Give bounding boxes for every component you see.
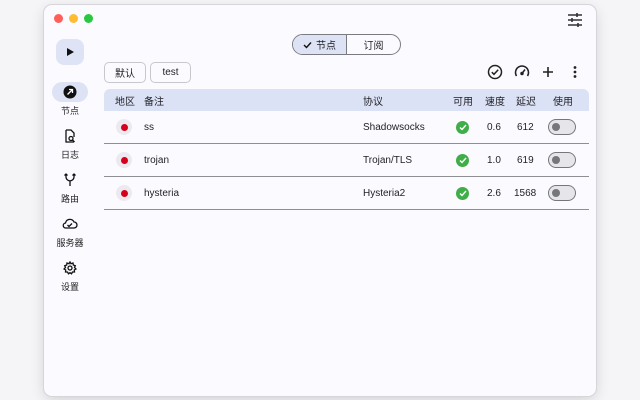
play-icon	[67, 48, 74, 56]
tab-nodes[interactable]: 节点	[293, 35, 347, 54]
add-icon[interactable]	[539, 63, 557, 81]
region-flag-icon	[116, 119, 132, 135]
table-row[interactable]: hysteria Hysteria2 2.6 1568	[104, 177, 589, 210]
fork-icon	[64, 173, 76, 186]
header-available: 可用	[453, 96, 473, 108]
minimize-window-button[interactable]	[69, 14, 78, 23]
sidebar-item-label: 日志	[60, 150, 79, 160]
zoom-window-button[interactable]	[84, 14, 93, 23]
check-all-icon[interactable]	[486, 63, 504, 81]
sidebar-item-label: 服务器	[56, 238, 84, 248]
window-controls	[54, 14, 93, 23]
node-speed: 0.6	[487, 121, 501, 133]
tab-label: 订阅	[363, 41, 384, 52]
table-row[interactable]: ss Shadowsocks 0.6 612	[104, 111, 589, 144]
tune-icon[interactable]	[566, 11, 584, 29]
header-latency: 延迟	[516, 96, 536, 108]
available-check-icon	[456, 186, 469, 200]
sidebar-item-logs[interactable]: 日志	[44, 126, 96, 161]
node-remark: hysteria	[144, 187, 180, 199]
view-switch: 节点 订阅	[292, 34, 401, 55]
node-remark: ss	[144, 121, 154, 133]
region-flag-icon	[116, 185, 132, 201]
available-check-icon	[456, 153, 469, 167]
use-toggle[interactable]	[548, 119, 576, 135]
available-check-icon	[456, 120, 469, 134]
node-speed: 2.6	[487, 187, 501, 199]
arrow-circle-icon	[63, 85, 77, 99]
nodes-table: 地区 备注 协议 可用 速度 延迟 使用 ss Shadowsocks 0.6 …	[104, 89, 589, 210]
node-protocol: Trojan/TLS	[363, 154, 413, 166]
sidebar-item-label: 节点	[60, 106, 79, 116]
check-icon	[303, 41, 312, 49]
start-button[interactable]	[56, 39, 84, 65]
node-latency: 1568	[514, 187, 537, 199]
gear-icon	[63, 261, 77, 275]
header-protocol: 协议	[363, 96, 383, 108]
node-remark: trojan	[144, 154, 170, 166]
table-header: 地区 备注 协议 可用 速度 延迟 使用	[104, 89, 589, 111]
sidebar-item-servers[interactable]: 服务器	[44, 214, 96, 249]
sidebar-item-label: 设置	[60, 282, 79, 292]
node-latency: 619	[517, 154, 534, 166]
node-protocol: Hysteria2	[363, 187, 406, 199]
group-test-button[interactable]: test	[150, 62, 191, 83]
sidebar-item-nodes[interactable]: 节点	[44, 82, 96, 117]
sidebar-item-label: 路由	[60, 194, 79, 204]
tab-subscribe[interactable]: 订阅	[347, 35, 400, 54]
sidebar-item-settings[interactable]: 设置	[44, 258, 96, 293]
group-default-button[interactable]: 默认	[104, 62, 146, 83]
header-speed: 速度	[485, 96, 505, 108]
node-latency: 612	[517, 121, 534, 133]
log-search-icon	[65, 129, 75, 143]
tab-label: 节点	[316, 41, 336, 52]
header-region: 地区	[115, 96, 135, 108]
node-protocol: Shadowsocks	[363, 121, 425, 133]
more-vertical-icon[interactable]	[566, 63, 584, 81]
table-row[interactable]: trojan Trojan/TLS 1.0 619	[104, 144, 589, 177]
sidebar-item-routing[interactable]: 路由	[44, 170, 96, 205]
header-use: 使用	[553, 96, 573, 108]
node-speed: 1.0	[487, 154, 501, 166]
header-remark: 备注	[144, 96, 164, 108]
app-window: 节点 日志 路由 服务器 设置 节点 订阅 默认 test 地区 备注 协议 可…	[44, 5, 596, 396]
close-window-button[interactable]	[54, 14, 63, 23]
region-flag-icon	[116, 152, 132, 168]
speedometer-icon[interactable]	[513, 63, 531, 81]
use-toggle[interactable]	[548, 152, 576, 168]
cloud-check-icon	[62, 218, 78, 229]
use-toggle[interactable]	[548, 185, 576, 201]
